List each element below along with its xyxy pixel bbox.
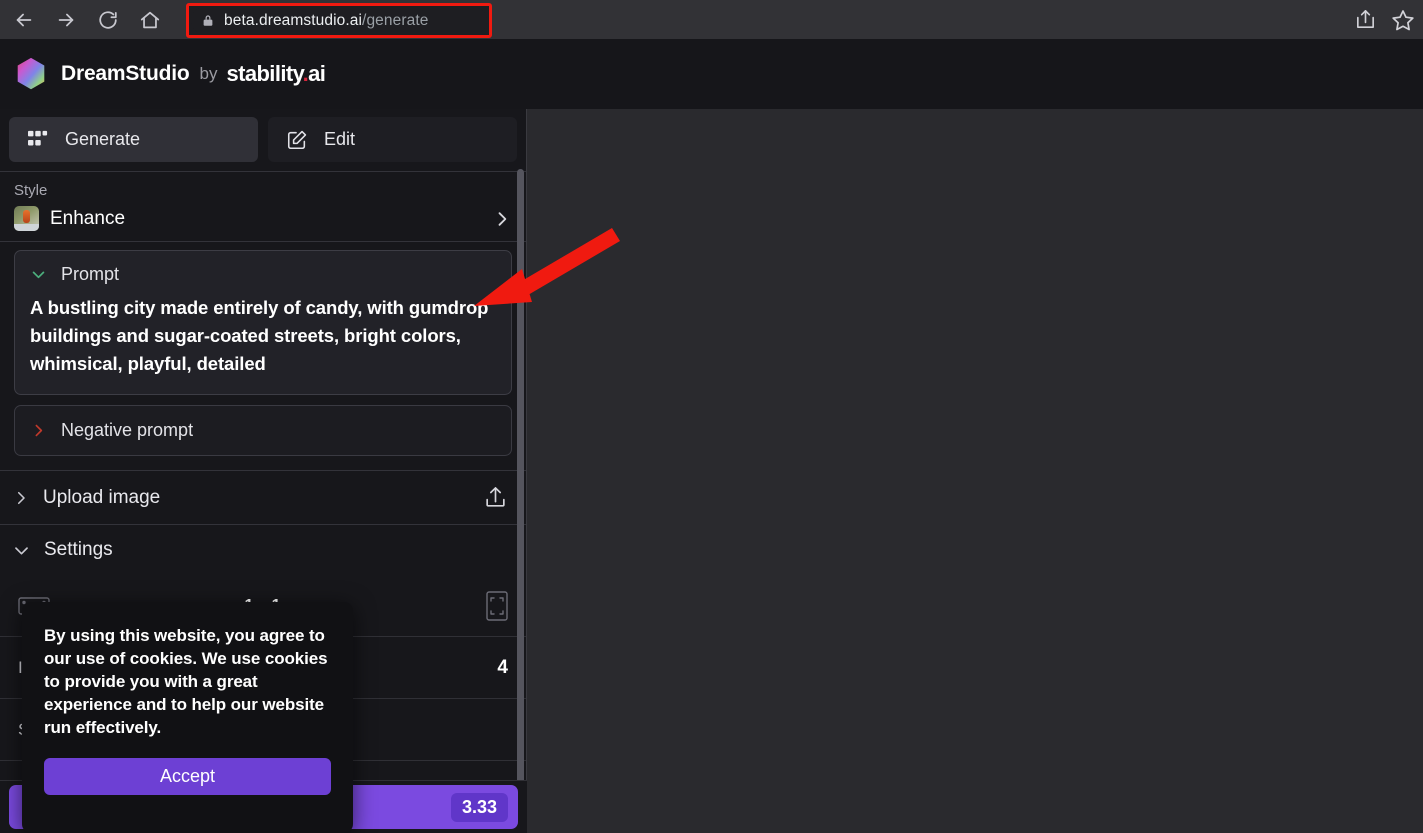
bookmark-button[interactable] xyxy=(1391,8,1415,32)
reload-button[interactable] xyxy=(90,2,126,38)
settings-section-header[interactable]: Settings xyxy=(0,525,526,575)
style-thumbnail-icon xyxy=(14,206,39,231)
hexagon-logo-icon xyxy=(17,57,45,90)
prompt-input[interactable]: A bustling city made entirely of candy, … xyxy=(30,294,496,378)
negative-prompt-section[interactable]: Negative prompt xyxy=(14,405,512,456)
upload-icon[interactable] xyxy=(483,485,508,510)
back-arrow-icon xyxy=(16,13,32,26)
url-text: beta.dreamstudio.ai/generate xyxy=(224,12,428,30)
mode-tabs: Generate Edit xyxy=(0,109,526,171)
back-button[interactable] xyxy=(6,2,42,38)
chevron-down-icon xyxy=(12,541,31,560)
address-bar[interactable]: beta.dreamstudio.ai/generate xyxy=(191,7,487,34)
prompt-title: Prompt xyxy=(61,264,120,284)
style-value: Enhance xyxy=(50,207,126,229)
forward-arrow-icon xyxy=(58,13,74,26)
star-icon xyxy=(1392,9,1414,30)
forward-button[interactable] xyxy=(48,2,84,38)
chevron-right-icon xyxy=(12,489,30,507)
upload-image-section[interactable]: Upload image xyxy=(0,470,526,525)
url-path: /generate xyxy=(362,11,429,29)
negative-prompt-title: Negative prompt xyxy=(61,420,194,440)
chevron-right-icon xyxy=(30,422,47,439)
brand-by-label: by xyxy=(199,64,218,83)
reload-icon xyxy=(99,10,117,29)
tab-edit[interactable]: Edit xyxy=(268,117,517,162)
chevron-down-icon xyxy=(30,266,47,283)
grid-icon xyxy=(27,130,49,150)
stability-wordmark: stability.ai xyxy=(226,61,325,87)
credit-badge: 3.33 xyxy=(450,792,508,822)
tab-generate-label: Generate xyxy=(65,129,141,149)
upload-image-label: Upload image xyxy=(43,486,161,508)
style-selector[interactable]: Enhance xyxy=(14,206,512,231)
home-icon xyxy=(140,11,160,28)
app-header: DreamStudio by stability.ai xyxy=(0,39,1423,109)
home-button[interactable] xyxy=(132,2,168,38)
prompt-section: Prompt A bustling city made entirely of … xyxy=(14,250,512,395)
url-bar-highlight: beta.dreamstudio.ai/generate xyxy=(186,3,492,38)
lock-icon xyxy=(201,13,215,28)
url-domain: beta.dreamstudio.ai xyxy=(224,11,363,29)
chevron-right-icon xyxy=(492,209,512,229)
prompt-header[interactable]: Prompt xyxy=(30,264,496,285)
sidebar-scrollbar[interactable] xyxy=(517,169,524,833)
browser-toolbar: beta.dreamstudio.ai/generate xyxy=(0,0,1423,39)
stability-word: stability xyxy=(226,61,303,86)
divider xyxy=(0,241,526,242)
share-button[interactable] xyxy=(1354,8,1377,31)
tab-generate[interactable]: Generate xyxy=(9,117,258,162)
image-count-value: 4 xyxy=(497,656,508,678)
pencil-square-icon xyxy=(286,129,308,151)
stability-ai: ai xyxy=(308,61,326,86)
style-section: Style Enhance xyxy=(0,172,526,241)
page-title: DreamStudio xyxy=(61,62,190,85)
cookie-consent-text: By using this website, you agree to our … xyxy=(44,626,328,737)
cookie-consent-dialog: By using this website, you agree to our … xyxy=(22,602,353,833)
settings-label: Settings xyxy=(44,539,113,560)
style-label: Style xyxy=(14,182,48,199)
accept-cookies-button[interactable]: Accept xyxy=(44,758,331,795)
tab-edit-label: Edit xyxy=(324,129,356,149)
sidebar-scrollbar-thumb[interactable] xyxy=(517,169,524,817)
share-icon xyxy=(1357,10,1374,28)
browser-actions xyxy=(1354,0,1415,39)
